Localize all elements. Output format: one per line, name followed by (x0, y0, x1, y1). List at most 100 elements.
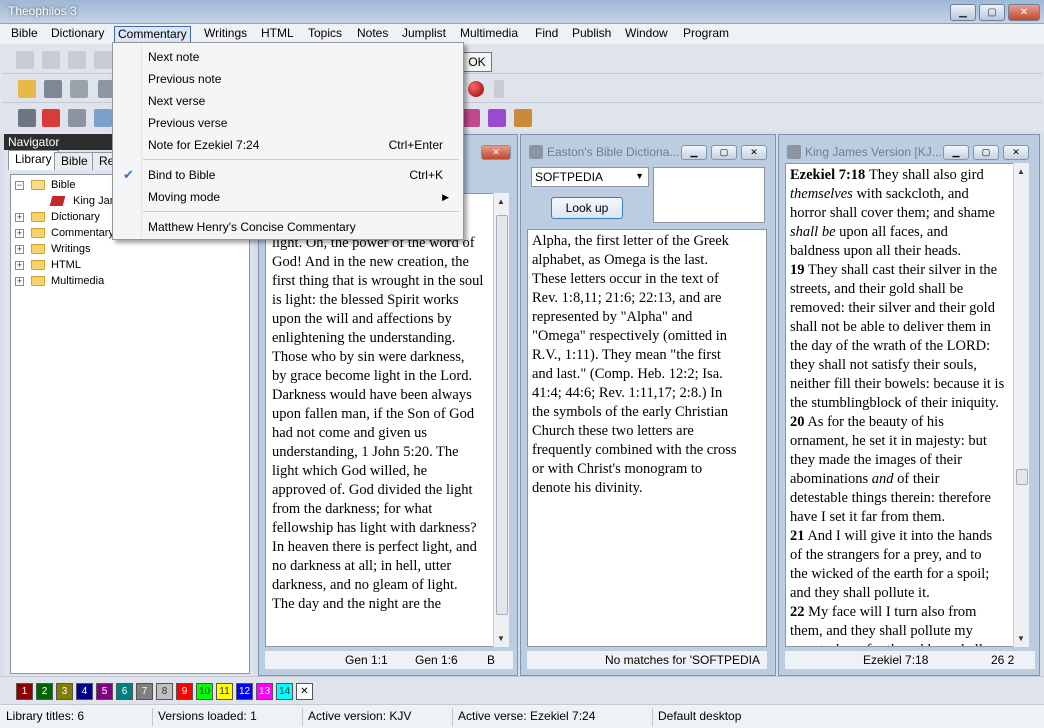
scroll-down-icon[interactable]: ▼ (1017, 634, 1025, 643)
dictionary-results-list[interactable] (653, 167, 765, 223)
maximize-button[interactable]: ▢ (979, 4, 1005, 21)
menu-publish[interactable]: Publish (569, 26, 614, 43)
books-tool-icon[interactable] (462, 109, 480, 127)
tree-item-writings[interactable]: + Writings (11, 241, 241, 257)
open-folder-icon[interactable] (18, 80, 36, 98)
menu-html[interactable]: HTML (258, 26, 297, 43)
menu-item-next-verse[interactable]: Next verse (115, 90, 461, 112)
dictionary-search-select[interactable]: SOFTPEDIA ▼ (531, 167, 649, 187)
verse-text: They shall cast their silver in the (804, 262, 998, 278)
menu-separator (143, 211, 459, 212)
verse-line: neither fill their bowels: because it is (790, 375, 1010, 394)
verse-text: : for the robbers shall (859, 642, 983, 646)
scroll-thumb[interactable] (1016, 469, 1028, 485)
menu-multimedia[interactable]: Multimedia (457, 26, 521, 43)
color-swatch-2[interactable]: 2 (36, 683, 53, 700)
text-line: frequently combined with the cross (532, 442, 737, 458)
minimize-button[interactable]: ▁ (950, 4, 976, 21)
verse-number: 20 (790, 414, 805, 430)
color-swatch-4[interactable]: 4 (76, 683, 93, 700)
commentary-scrollbar[interactable]: ▲ ▼ (493, 193, 509, 647)
color-swatch-5[interactable]: 5 (96, 683, 113, 700)
expand-icon[interactable]: + (15, 261, 24, 270)
tab-library[interactable]: Library (8, 150, 59, 170)
color-swatch-6[interactable]: 6 (116, 683, 133, 700)
menu-commentary[interactable]: Commentary (114, 26, 191, 43)
bible-close-button[interactable]: ✕ (1003, 145, 1029, 160)
color-swatch-12[interactable]: 12 (236, 683, 253, 700)
menu-jumplist[interactable]: Jumplist (399, 26, 449, 43)
verse-number: 21 (790, 528, 805, 544)
menu-notes[interactable]: Notes (354, 26, 391, 43)
text-line: fellowship has light with darkness? (272, 520, 477, 536)
text-tool-icon[interactable] (94, 109, 112, 127)
copy-tool-icon[interactable] (94, 51, 112, 69)
bible-minimize-button[interactable]: ▁ (943, 145, 969, 160)
scroll-up-icon[interactable]: ▲ (497, 197, 505, 206)
menu-window[interactable]: Window (622, 26, 671, 43)
tab-bible[interactable]: Bible (54, 152, 95, 170)
scroll-down-icon[interactable]: ▼ (497, 634, 505, 643)
menu-item-previous-verse[interactable]: Previous verse (115, 112, 461, 134)
record-icon[interactable] (468, 81, 484, 97)
bible-tool-icon[interactable] (16, 51, 34, 69)
scroll-thumb[interactable] (496, 215, 508, 615)
color-swatch-9[interactable]: 9 (176, 683, 193, 700)
menu-bible[interactable]: Bible (8, 26, 41, 43)
menu-dictionary[interactable]: Dictionary (48, 26, 107, 43)
menu-topics[interactable]: Topics (305, 26, 345, 43)
menu-item-moving-mode[interactable]: Moving mode ▶ (115, 186, 461, 208)
tree-item-html[interactable]: + HTML (11, 257, 241, 273)
expand-icon[interactable]: + (15, 229, 24, 238)
verse-line: have I set it far from them. (790, 508, 1010, 527)
pen-tool-icon[interactable] (68, 51, 86, 69)
dictionary-close-button[interactable]: ✕ (741, 145, 767, 160)
commentary-close-button[interactable]: ✕ (481, 145, 511, 160)
color-swatch-7[interactable]: 7 (136, 683, 153, 700)
color-swatch-1[interactable]: 1 (16, 683, 33, 700)
color-swatch-10[interactable]: 10 (196, 683, 213, 700)
document-tool-icon[interactable] (18, 109, 36, 127)
dictionary-minimize-button[interactable]: ▁ (681, 145, 707, 160)
menu-item-bind-to-bible[interactable]: ✔ Bind to Bible Ctrl+K (115, 164, 461, 186)
menu-program[interactable]: Program (680, 26, 732, 43)
lookup-button[interactable]: Look up (551, 197, 623, 219)
book-tool-icon[interactable] (488, 109, 506, 127)
expand-icon[interactable]: + (15, 245, 24, 254)
menu-separator (143, 159, 459, 160)
dictionary-maximize-button[interactable]: ▢ (711, 145, 737, 160)
color-swatch-13[interactable]: 13 (256, 683, 273, 700)
ok-button[interactable]: OK (462, 52, 492, 72)
color-swatch-11[interactable]: 11 (216, 683, 233, 700)
text-line: "Omega" respectively (omitted in (532, 328, 728, 344)
bible-maximize-button[interactable]: ▢ (973, 145, 999, 160)
preview-tool-icon[interactable] (68, 109, 86, 127)
exit-tool-icon[interactable] (514, 109, 532, 127)
delete-tool-icon[interactable] (42, 109, 60, 127)
tree-item-multimedia[interactable]: + Multimedia (11, 273, 241, 289)
menu-item-next-note[interactable]: Next note (115, 46, 461, 68)
save-all-icon[interactable] (70, 80, 88, 98)
color-swatch-8[interactable]: 8 (156, 683, 173, 700)
save-icon[interactable] (44, 80, 62, 98)
color-swatch-3[interactable]: 3 (56, 683, 73, 700)
color-swatch-14[interactable]: 14 (276, 683, 293, 700)
close-button[interactable]: ✕ (1008, 4, 1040, 21)
menu-writings[interactable]: Writings (201, 26, 250, 43)
bible-scrollbar[interactable]: ▲ ▼ (1013, 163, 1029, 647)
menu-item-matthew-henry[interactable]: Matthew Henry's Concise Commentary (115, 216, 461, 238)
collapse-icon[interactable]: − (15, 181, 24, 190)
scroll-up-icon[interactable]: ▲ (1017, 167, 1025, 176)
people-tool-icon[interactable] (42, 51, 60, 69)
color-bar: 1 2 3 4 5 6 7 8 9 10 11 12 13 14 ✕ (0, 676, 1044, 704)
attach-icon[interactable] (494, 80, 504, 98)
text-line: Alpha, the first letter of the Greek (532, 233, 729, 249)
menu-find[interactable]: Find (532, 26, 561, 43)
menu-item-shortcut: Ctrl+Enter (388, 138, 443, 152)
expand-icon[interactable]: + (15, 277, 24, 286)
menu-item-previous-note[interactable]: Previous note (115, 68, 461, 90)
status-separator (452, 708, 453, 726)
clear-color-icon[interactable]: ✕ (296, 683, 313, 700)
expand-icon[interactable]: + (15, 213, 24, 222)
menu-item-note-for-verse[interactable]: Note for Ezekiel 7:24 Ctrl+Enter (115, 134, 461, 156)
